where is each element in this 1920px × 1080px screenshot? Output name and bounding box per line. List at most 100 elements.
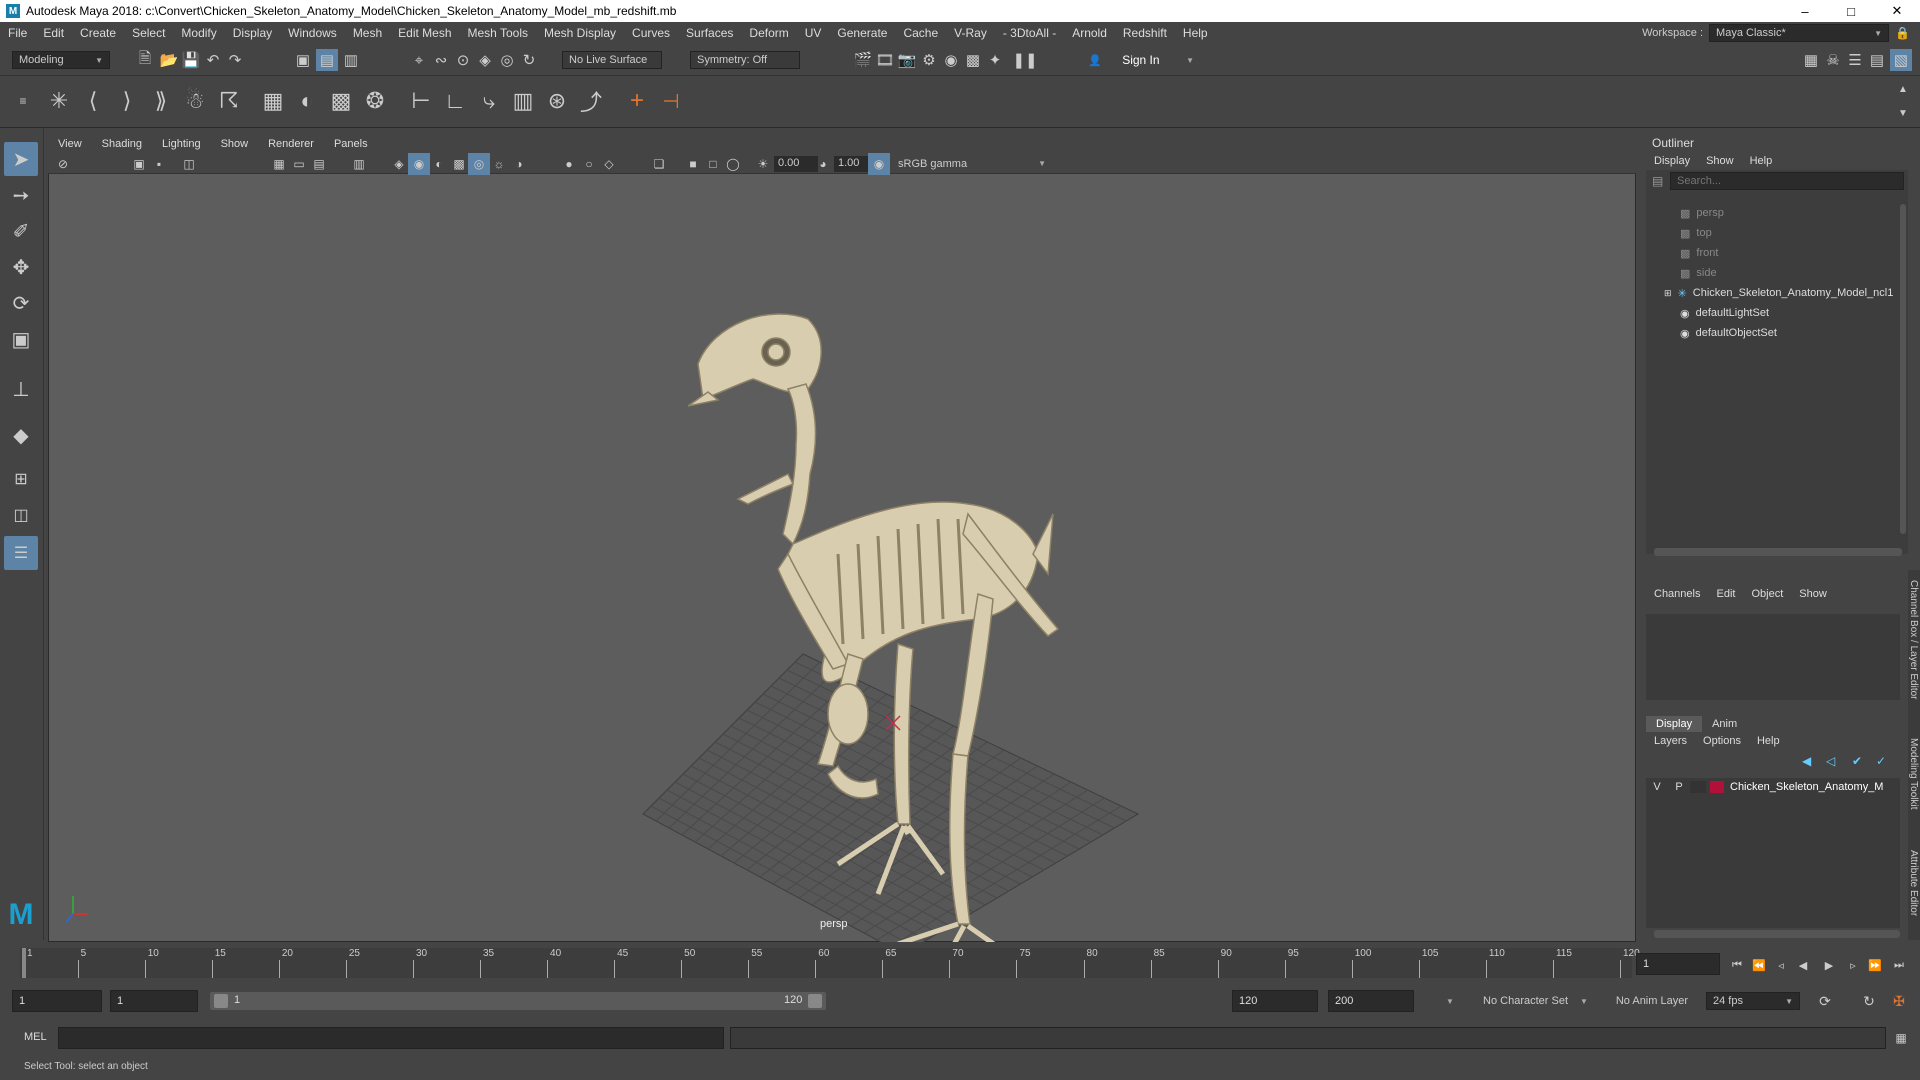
layer-help-menu[interactable]: Help	[1749, 735, 1788, 747]
step-back-key-icon[interactable]: ⏪	[1748, 954, 1770, 976]
menu-mesh-display[interactable]: Mesh Display	[536, 26, 624, 40]
outliner-vertical-scrollbar[interactable]	[1900, 204, 1906, 534]
snap-grid-icon[interactable]: ⌖	[408, 49, 430, 71]
tab-display[interactable]: Display	[1646, 716, 1703, 732]
use-all-lights-icon[interactable]: ◎	[468, 153, 490, 175]
time-slider-track[interactable]: 1 5 10 15 20 25 30 35 40 45 50 55 60 65 70 75 80 85 90 95 10…	[20, 948, 1640, 978]
script-editor-icon[interactable]: ▦	[1890, 1027, 1912, 1049]
menu-arnold[interactable]: Arnold	[1064, 26, 1115, 40]
channel-box-area[interactable]	[1646, 614, 1900, 700]
quick-rig-icon[interactable]: ☃	[184, 88, 206, 113]
outliner-item-default-light-set[interactable]: ◉ defaultLightSet	[1680, 304, 1769, 322]
backface-culling-icon[interactable]: ◯	[722, 153, 744, 175]
bind-skin-icon[interactable]: ▦	[262, 88, 284, 113]
save-scene-icon[interactable]: 💾	[180, 49, 202, 71]
render-settings-icon[interactable]: ⚙	[918, 49, 940, 71]
end-time-field[interactable]: 200	[1328, 990, 1414, 1012]
menu-deform[interactable]: Deform	[741, 26, 796, 40]
rotate-tool-icon[interactable]: ⟳	[4, 286, 38, 320]
move-tool-icon[interactable]: ✥	[4, 250, 38, 284]
gamma-icon[interactable]: ◕	[812, 153, 834, 175]
ik-spline-icon[interactable]: ⟩	[116, 88, 138, 113]
layer-visibility-toggle[interactable]: V	[1646, 781, 1668, 793]
menu-vray[interactable]: V-Ray	[946, 26, 995, 40]
point-constraint-icon[interactable]: ∟	[444, 88, 466, 113]
side-tab-attribute-editor[interactable]: Attribute Editor	[1908, 850, 1919, 916]
render-frame-icon[interactable]: 🎬	[852, 49, 874, 71]
viewport-menu-panels[interactable]: Panels	[324, 138, 378, 150]
close-button[interactable]: ✕	[1874, 0, 1920, 22]
maximize-button[interactable]: □	[1828, 0, 1874, 22]
snap-live-icon[interactable]: ◎	[496, 49, 518, 71]
select-tool-icon[interactable]: ➤	[4, 142, 38, 176]
create-joints-icon[interactable]: ✳	[48, 88, 70, 113]
single-perspective-layout-icon[interactable]: ◆	[4, 418, 38, 452]
humanik-icon[interactable]: ☈	[218, 88, 240, 113]
shelf-menu-icon[interactable]: ≡	[12, 90, 34, 112]
fps-dropdown[interactable]: 24 fps ▼	[1706, 992, 1800, 1010]
menu-display[interactable]: Display	[225, 26, 280, 40]
set-driven-key-icon[interactable]: ⊣	[660, 90, 682, 113]
side-tab-channel-box[interactable]: Channel Box / Layer Editor	[1908, 580, 1919, 700]
outliner-item-top[interactable]: ▩ top	[1680, 224, 1712, 242]
menu-3dtoall[interactable]: - 3DtoAll -	[995, 26, 1064, 40]
viewport-menu-renderer[interactable]: Renderer	[258, 138, 324, 150]
menu-surfaces[interactable]: Surfaces	[678, 26, 741, 40]
outliner-search-input[interactable]	[1670, 172, 1904, 190]
snap-curve-icon[interactable]: ∾	[430, 49, 452, 71]
go-to-start-icon[interactable]: ⏮	[1726, 954, 1748, 976]
outliner-item-side[interactable]: ▩ side	[1680, 264, 1717, 282]
wireframe-on-shaded-icon[interactable]: ◐	[428, 153, 450, 175]
move-layer-down-icon[interactable]: ◁	[1826, 754, 1835, 768]
step-forward-frame-icon[interactable]: ▹	[1842, 954, 1864, 976]
character-set-dropdown[interactable]: ▼ No Character Set	[1440, 992, 1574, 1010]
lattice-icon[interactable]: ▩	[330, 88, 352, 113]
bookmark-icon[interactable]: ▪	[148, 153, 170, 175]
two-view-layout-icon[interactable]: ◫	[4, 498, 38, 532]
outliner-item-persp[interactable]: ▩ persp	[1680, 204, 1724, 222]
range-end-handle[interactable]	[808, 994, 822, 1008]
new-layer-icon[interactable]: ✔	[1852, 754, 1862, 768]
playback-start-field[interactable]: 1	[110, 990, 198, 1012]
start-time-field[interactable]: 1	[12, 990, 102, 1012]
snap-together-icon[interactable]: ↻	[518, 49, 540, 71]
xray-icon[interactable]: ■	[682, 153, 704, 175]
wireframe-icon[interactable]: ◈	[388, 153, 410, 175]
menu-curves[interactable]: Curves	[624, 26, 678, 40]
minimize-button[interactable]: –	[1782, 0, 1828, 22]
loop-icon[interactable]: ⟳	[1814, 990, 1836, 1012]
menu-mesh-tools[interactable]: Mesh Tools	[460, 26, 536, 40]
outliner-layout-icon[interactable]: ☰	[4, 536, 38, 570]
snap-point-icon[interactable]: ⊙	[452, 49, 474, 71]
current-frame-field[interactable]: 1	[1636, 953, 1720, 975]
character-controls-icon[interactable]: ☠	[1822, 49, 1844, 71]
anti-aliasing-icon[interactable]: ○	[578, 153, 600, 175]
menu-create[interactable]: Create	[72, 26, 124, 40]
viewport-menu-show[interactable]: Show	[211, 138, 259, 150]
hypershade-icon[interactable]: ◉	[940, 49, 962, 71]
step-forward-key-icon[interactable]: ⏩	[1864, 954, 1886, 976]
grid-toggle-icon[interactable]: ▦	[268, 153, 290, 175]
menu-edit-mesh[interactable]: Edit Mesh	[390, 26, 459, 40]
current-time-indicator[interactable]	[22, 948, 26, 978]
pause-icon[interactable]: ❚❚	[1012, 49, 1037, 71]
layer-scrollbar[interactable]	[1654, 930, 1900, 938]
range-slider[interactable]: 1 120	[210, 992, 826, 1010]
tab-anim[interactable]: Anim	[1702, 716, 1747, 732]
modeling-toolkit-icon[interactable]: ▦	[1800, 49, 1822, 71]
viewport-menu-shading[interactable]: Shading	[92, 138, 152, 150]
shelf-scroll-down-icon[interactable]: ▼	[1892, 102, 1914, 124]
range-start-handle[interactable]	[214, 994, 228, 1008]
vray-icon[interactable]: ✦	[984, 49, 1006, 71]
new-scene-icon[interactable]: 🗎	[134, 49, 156, 71]
layers-menu[interactable]: Layers	[1646, 735, 1695, 747]
color-management-icon[interactable]: ◉	[868, 153, 890, 175]
camera-attributes-icon[interactable]: ▣	[128, 153, 150, 175]
select-by-object-icon[interactable]: ▤	[316, 49, 338, 71]
go-to-end-icon[interactable]: ⏭	[1888, 954, 1910, 976]
isolate-select-icon[interactable]: ❏	[648, 153, 670, 175]
viewport-scene[interactable]	[48, 174, 1636, 942]
layer-playback-toggle[interactable]: P	[1668, 781, 1690, 793]
channels-menu[interactable]: Channels	[1646, 588, 1708, 600]
scale-tool-icon[interactable]: ▣	[4, 322, 38, 356]
